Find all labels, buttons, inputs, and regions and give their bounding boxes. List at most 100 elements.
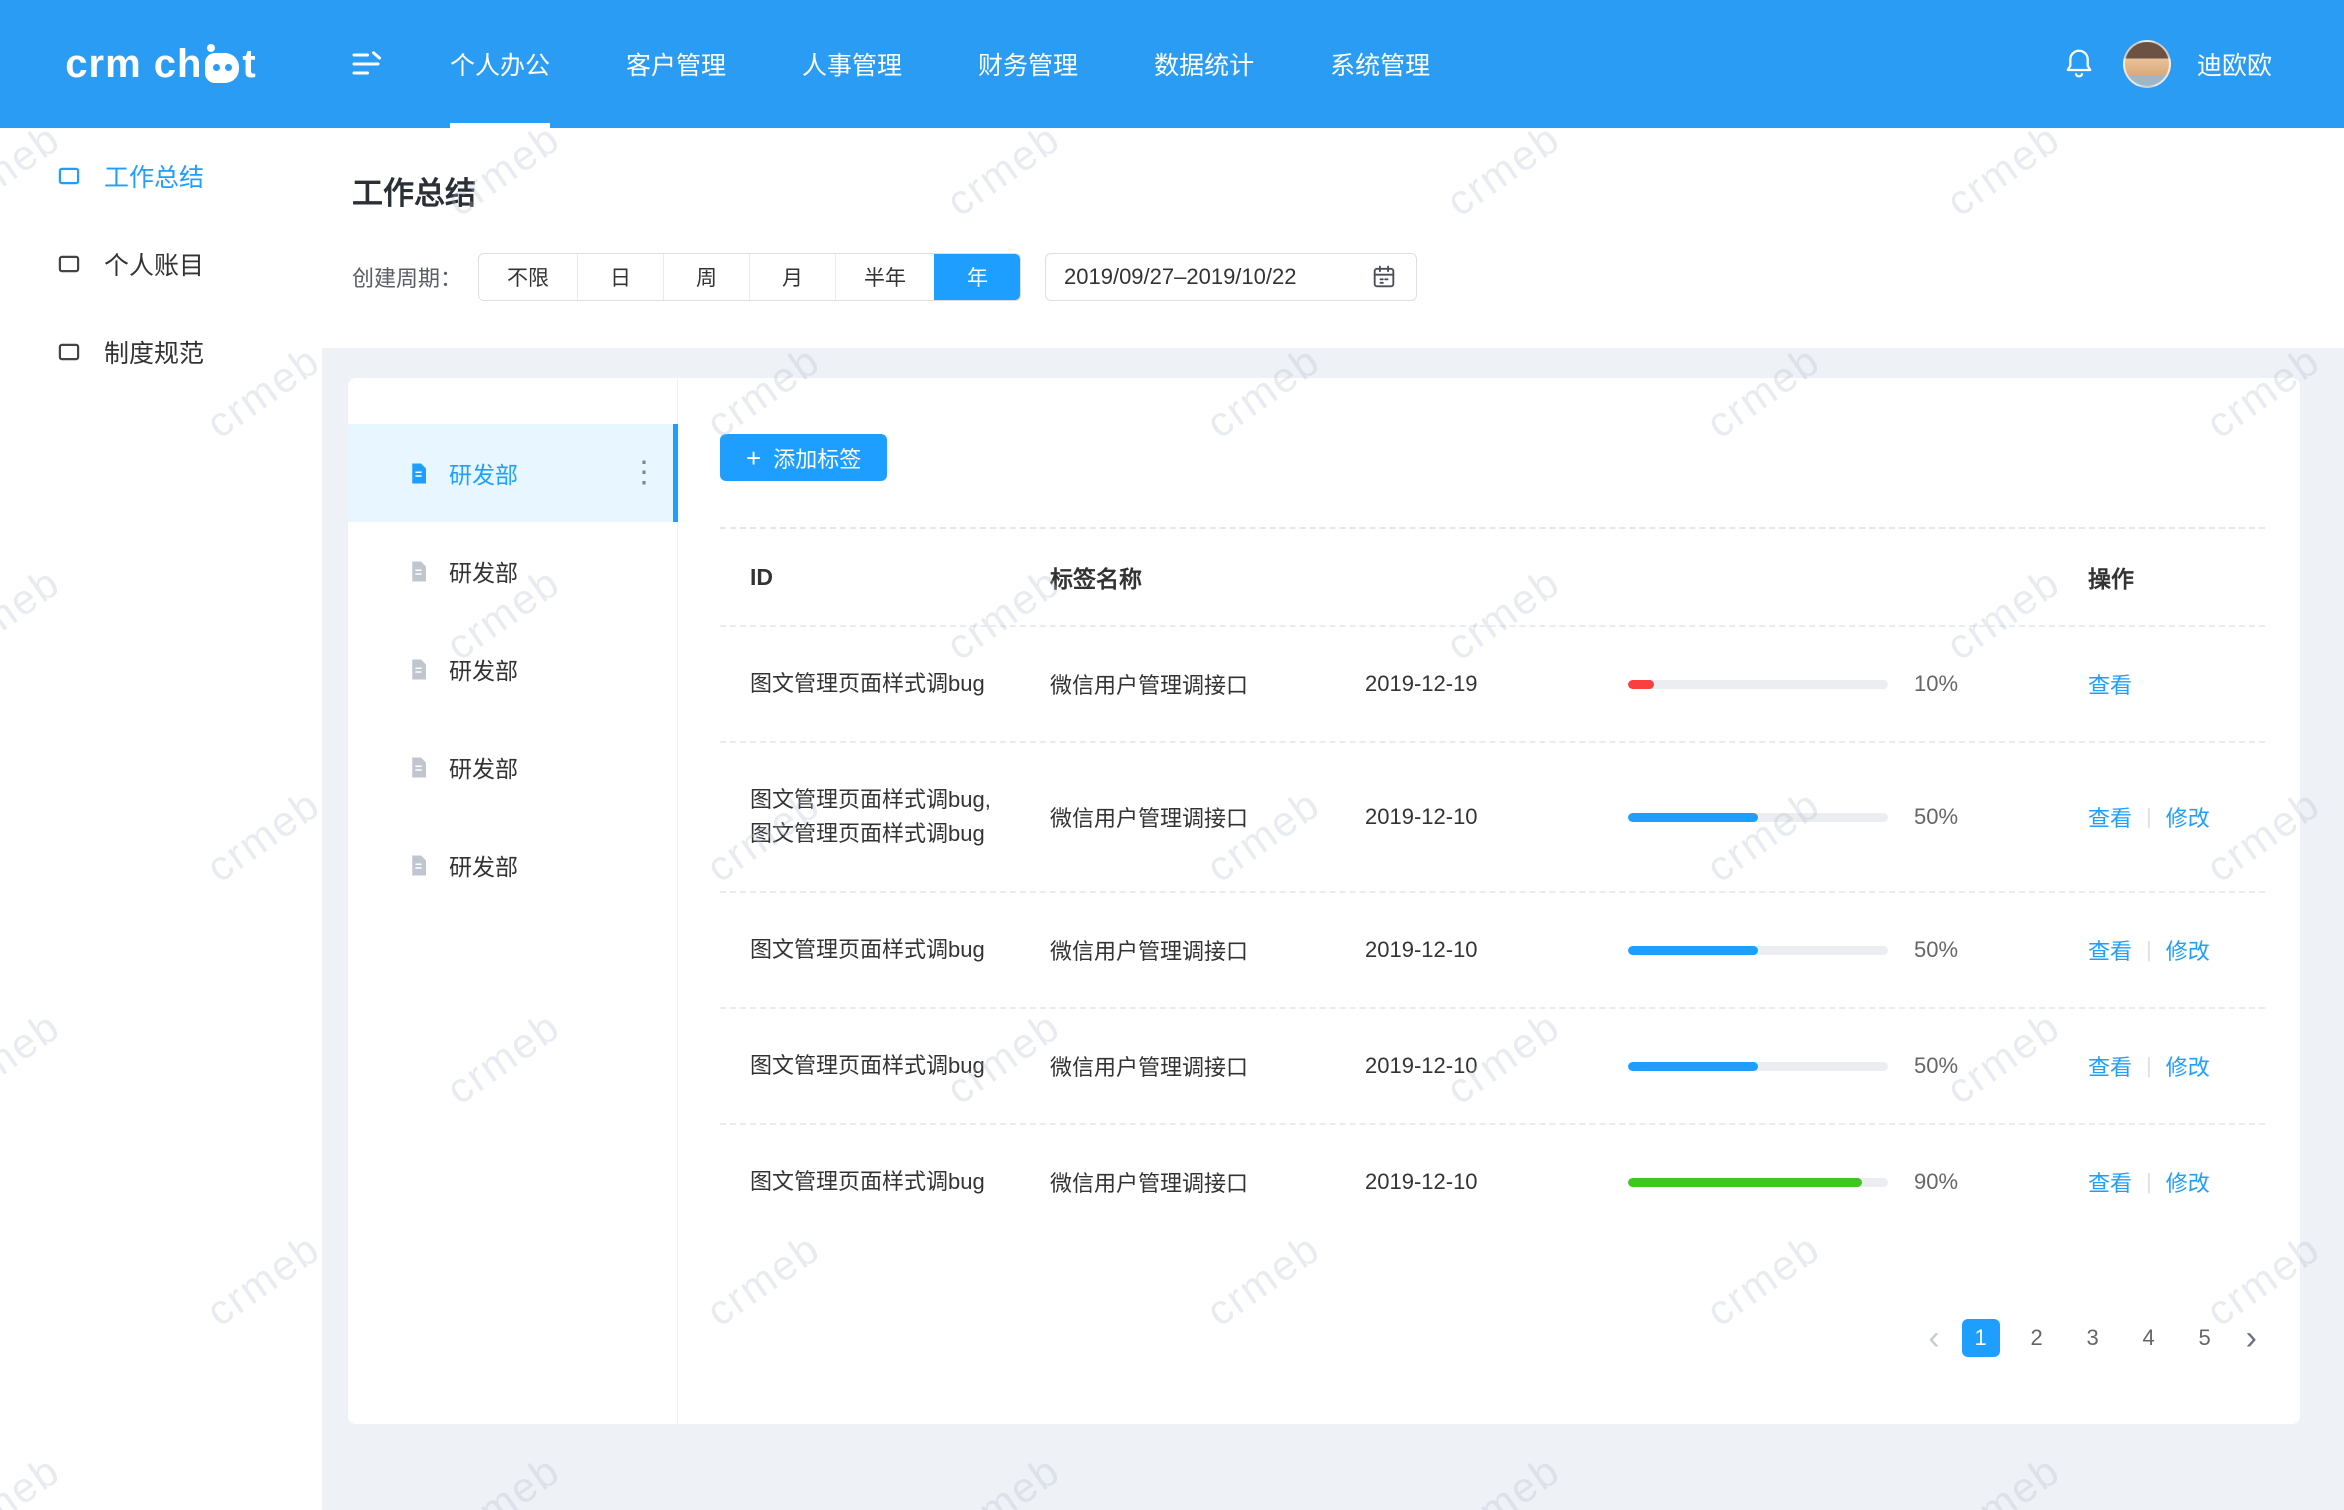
header-name: 标签名称: [1050, 560, 1365, 594]
cell-tag-name: 微信用户管理调接口: [1050, 668, 1365, 700]
table-row: 图文管理页面样式调bug 微信用户管理调接口 2019-12-19 10% 查看: [720, 627, 2265, 743]
table-row: 图文管理页面样式调bug, 图文管理页面样式调bug 微信用户管理调接口 201…: [720, 743, 2265, 893]
page-title: 工作总结: [352, 128, 2344, 213]
document-icon: [406, 559, 431, 584]
bell-icon[interactable]: [2061, 46, 2097, 82]
period-year[interactable]: 年: [934, 254, 1020, 300]
sidebar-item-rules[interactable]: 制度规范: [0, 308, 322, 396]
period-unlimited[interactable]: 不限: [479, 254, 577, 300]
action-separator: |: [2146, 937, 2152, 963]
department-list: 研发部 ⋮ 研发部 研发部 研发部: [348, 378, 678, 1424]
prev-page-icon[interactable]: ‹: [1924, 1321, 1943, 1355]
cell-date: 2019-12-10: [1365, 937, 1628, 963]
cell-tag-name: 微信用户管理调接口: [1050, 934, 1365, 966]
department-item[interactable]: 研发部: [348, 718, 677, 816]
nav-item-data-stats[interactable]: 数据统计: [1154, 0, 1254, 128]
page-4[interactable]: 4: [2130, 1319, 2168, 1357]
period-segmented-control: 不限 日 周 月 半年 年: [478, 253, 1021, 301]
page-3[interactable]: 3: [2074, 1319, 2112, 1357]
cell-progress: 50%: [1628, 804, 2088, 830]
department-item[interactable]: 研发部: [348, 816, 677, 914]
progress-bar: [1628, 680, 1888, 689]
edit-link[interactable]: 修改: [2166, 1050, 2210, 1082]
nav-item-finance-mgmt[interactable]: 财务管理: [978, 0, 1078, 128]
cell-id: 图文管理页面样式调bug, 图文管理页面样式调bug: [720, 783, 1050, 851]
cell-date: 2019-12-10: [1365, 1169, 1628, 1195]
cell-progress: 10%: [1628, 671, 2088, 697]
calendar-icon: [1370, 263, 1398, 291]
menu-collapse-icon[interactable]: [346, 44, 386, 84]
view-link[interactable]: 查看: [2088, 1166, 2132, 1198]
sidebar-item-personal-account[interactable]: 个人账目: [0, 220, 322, 308]
content-card: 研发部 ⋮ 研发部 研发部 研发部: [348, 378, 2300, 1424]
header-action: 操作: [2088, 560, 2265, 594]
progress-bar: [1628, 813, 1888, 822]
department-label: 研发部: [449, 848, 518, 882]
document-icon: [406, 657, 431, 682]
cell-progress: 50%: [1628, 1053, 2088, 1079]
department-item[interactable]: 研发部: [348, 620, 677, 718]
date-range-picker[interactable]: 2019/09/27–2019/10/22: [1045, 253, 1417, 301]
progress-percent: 90%: [1914, 1169, 1958, 1195]
progress-percent: 50%: [1914, 1053, 1958, 1079]
edit-link[interactable]: 修改: [2166, 934, 2210, 966]
department-label: 研发部: [449, 652, 518, 686]
table-row: 图文管理页面样式调bug 微信用户管理调接口 2019-12-10 50% 查看…: [720, 893, 2265, 1009]
sidebar-item-work-summary[interactable]: 工作总结: [0, 132, 322, 220]
document-icon: [406, 461, 431, 486]
edit-link[interactable]: 修改: [2166, 801, 2210, 833]
page-2[interactable]: 2: [2018, 1319, 2056, 1357]
logo-text-left: crm ch: [65, 42, 202, 87]
square-icon: [56, 163, 82, 189]
action-separator: |: [2146, 1053, 2152, 1079]
header-id: ID: [720, 560, 1050, 594]
nav-item-customer-mgmt[interactable]: 客户管理: [626, 0, 726, 128]
cell-date: 2019-12-10: [1365, 804, 1628, 830]
period-month[interactable]: 月: [749, 254, 835, 300]
sidebar-item-label: 工作总结: [104, 158, 204, 194]
sidebar-item-label: 制度规范: [104, 334, 204, 370]
edit-link[interactable]: 修改: [2166, 1166, 2210, 1198]
period-day[interactable]: 日: [577, 254, 663, 300]
top-header: crm ch t 个人办公 客户管理 人事管理 财务管理 数据统计 系统管理 迪…: [0, 0, 2344, 128]
document-icon: [406, 853, 431, 878]
logo-robot-icon: [205, 53, 239, 83]
page-5[interactable]: 5: [2186, 1319, 2224, 1357]
department-item[interactable]: 研发部 ⋮: [348, 424, 677, 522]
nav-item-system-mgmt[interactable]: 系统管理: [1330, 0, 1430, 128]
next-page-icon[interactable]: ›: [2242, 1321, 2261, 1355]
department-label: 研发部: [449, 456, 518, 490]
sidebar-item-label: 个人账目: [104, 246, 204, 282]
cell-actions: 查看 | 修改: [2088, 801, 2265, 833]
department-label: 研发部: [449, 554, 518, 588]
add-tag-button[interactable]: + 添加标签: [720, 434, 887, 481]
more-options-icon[interactable]: ⋮: [629, 458, 659, 488]
avatar[interactable]: [2123, 40, 2171, 88]
period-week[interactable]: 周: [663, 254, 749, 300]
view-link[interactable]: 查看: [2088, 668, 2132, 700]
view-link[interactable]: 查看: [2088, 934, 2132, 966]
filter-label: 创建周期：: [352, 261, 462, 293]
view-link[interactable]: 查看: [2088, 801, 2132, 833]
pagination: ‹ 1 2 3 4 5 ›: [720, 1319, 2265, 1357]
progress-bar: [1628, 946, 1888, 955]
document-icon: [406, 755, 431, 780]
cell-id: 图文管理页面样式调bug: [720, 1165, 1050, 1199]
department-item[interactable]: 研发部: [348, 522, 677, 620]
cell-progress: 90%: [1628, 1169, 2088, 1195]
logo-text-right: t: [242, 42, 256, 87]
plus-icon: +: [746, 445, 761, 471]
nav-item-personal-office[interactable]: 个人办公: [450, 0, 550, 128]
header-right: 迪欧欧: [2061, 40, 2344, 88]
action-separator: |: [2146, 804, 2152, 830]
cell-tag-name: 微信用户管理调接口: [1050, 1166, 1365, 1198]
sidebar: 工作总结 个人账目 制度规范: [0, 128, 322, 1510]
page-head: 工作总结 创建周期： 不限 日 周 月 半年 年 2019/09/27–2019…: [322, 128, 2344, 348]
view-link[interactable]: 查看: [2088, 1050, 2132, 1082]
main: 工作总结 创建周期： 不限 日 周 月 半年 年 2019/09/27–2019…: [322, 128, 2344, 1510]
nav-item-hr-mgmt[interactable]: 人事管理: [802, 0, 902, 128]
username[interactable]: 迪欧欧: [2197, 46, 2272, 82]
page-1[interactable]: 1: [1962, 1319, 2000, 1357]
cell-actions: 查看 | 修改: [2088, 934, 2265, 966]
period-half-year[interactable]: 半年: [835, 254, 934, 300]
